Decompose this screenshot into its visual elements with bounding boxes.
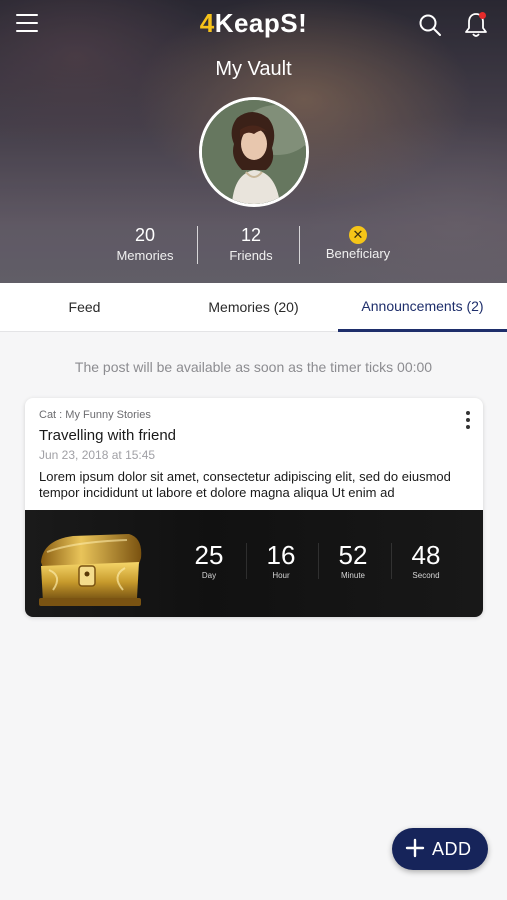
- hours-label: Hour: [272, 571, 290, 580]
- beneficiary-label: Beneficiary: [325, 246, 391, 261]
- treasure-chest-image: [33, 528, 145, 610]
- seconds-value: 48: [411, 540, 441, 570]
- friends-count: 12: [240, 225, 262, 245]
- tab-memories[interactable]: Memories (20): [169, 283, 338, 332]
- days-label: Day: [201, 571, 217, 580]
- hours-value: 16: [266, 540, 296, 570]
- plus-icon: [405, 838, 425, 858]
- post-date: Jun 23, 2018 at 15:45: [39, 448, 156, 462]
- countdown-seconds: 48 Second: [390, 540, 462, 580]
- memories-label: Memories: [116, 248, 174, 263]
- tab-feed[interactable]: Feed: [0, 283, 169, 332]
- stat-divider: [299, 226, 300, 264]
- add-button[interactable]: ADD: [392, 828, 488, 870]
- page-title: My Vault: [215, 58, 292, 80]
- minutes-value: 52: [338, 540, 368, 570]
- days-value: 25: [194, 540, 224, 570]
- post-category: Cat : My Funny Stories: [39, 409, 151, 421]
- countdown-hours: 16 Hour: [245, 540, 317, 580]
- search-icon[interactable]: [418, 13, 442, 37]
- countdown-days: 25 Day: [173, 540, 245, 580]
- friends-label: Friends: [229, 248, 273, 263]
- post-body: Lorem ipsum dolor sit amet, consectetur …: [39, 469, 451, 500]
- announcement-card[interactable]: Cat : My Funny Stories Travelling with f…: [25, 398, 483, 617]
- profile-header: 4KeapS! My Vault 20 Memories 12 Friends …: [0, 0, 507, 283]
- post-title: Travelling with friend: [39, 427, 176, 444]
- timer-notice: The post will be available as soon as th…: [74, 359, 433, 375]
- logo-text: KeapS!: [214, 8, 308, 38]
- beneficiary-stat[interactable]: ✕ Beneficiary: [303, 224, 413, 261]
- close-circle-icon: ✕: [349, 226, 367, 244]
- minutes-label: Minute: [340, 571, 365, 580]
- profile-avatar[interactable]: [199, 97, 309, 207]
- seconds-label: Second: [412, 571, 440, 580]
- memories-count: 20: [134, 225, 156, 245]
- logo-prefix: 4: [199, 8, 215, 38]
- more-options-icon[interactable]: [462, 411, 474, 431]
- countdown-minutes: 52 Minute: [317, 540, 389, 580]
- tab-bar: Feed Memories (20) Announcements (2): [0, 283, 507, 332]
- tab-announcements[interactable]: Announcements (2): [338, 283, 507, 332]
- profile-stats: 20 Memories 12 Friends ✕ Beneficiary: [0, 224, 507, 268]
- friends-stat[interactable]: 12 Friends: [196, 224, 306, 263]
- add-button-label: ADD: [432, 839, 472, 859]
- notification-badge: [479, 12, 486, 19]
- countdown-banner: 25 Day 16 Hour 52 Minute 48 Second: [25, 510, 483, 617]
- notification-bell-icon[interactable]: [463, 11, 489, 39]
- memories-stat[interactable]: 20 Memories: [90, 224, 200, 263]
